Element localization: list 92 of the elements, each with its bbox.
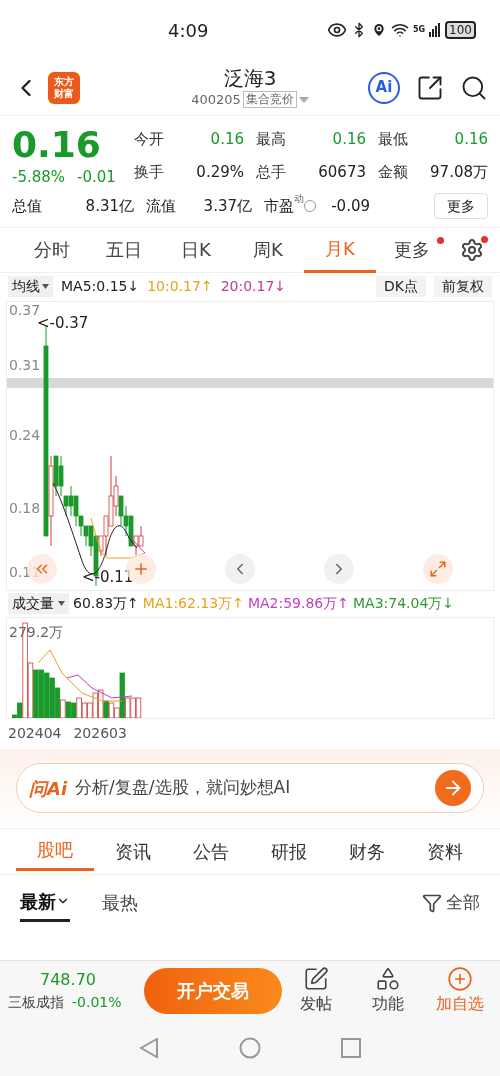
action-button[interactable]: 功能: [360, 965, 416, 1016]
volume-ma-value: MA2:59.86万↑: [247, 594, 349, 613]
chart-tab[interactable]: 更多: [376, 226, 448, 273]
status-tag: 集合竞价: [242, 91, 297, 108]
shapes-icon: [375, 965, 401, 992]
indicator-selector[interactable]: 均线: [8, 276, 53, 297]
volume-ma-value: 60.83万↑: [73, 594, 139, 613]
location-icon: [370, 22, 387, 38]
dk-button[interactable]: DK点: [376, 276, 426, 297]
field-value: 97.08万: [430, 162, 488, 184]
field-value: 0.16: [454, 129, 488, 150]
next-button[interactable]: [324, 553, 354, 584]
back-nav-icon[interactable]: [139, 1037, 159, 1059]
axis-label: 0.24: [9, 426, 41, 443]
dropdown-icon: [298, 96, 309, 103]
battery-indicator: 100: [445, 21, 476, 39]
more-button[interactable]: 更多: [434, 192, 488, 219]
index-change: -0.01%: [72, 993, 122, 1012]
field-value: 60673: [318, 162, 366, 184]
indicator-selector[interactable]: 成交量: [8, 593, 69, 614]
field-value: -0.09: [331, 195, 370, 217]
signal-icon: [429, 23, 442, 37]
min-price-label: <-0.11: [82, 566, 134, 588]
field-label: 金额: [378, 162, 408, 184]
field-label: 市盈: [264, 196, 294, 217]
ma-value: 10:0.17↑: [147, 277, 213, 296]
filter-button[interactable]: 全部: [422, 889, 480, 916]
ai-button[interactable]: Ai: [368, 71, 400, 104]
ma-value: 20:0.17↓: [220, 277, 287, 296]
action-button[interactable]: 发帖: [288, 965, 344, 1016]
ai-search-field[interactable]: 问Ai 分析/复盘/选股，就问妙想AI: [16, 763, 484, 813]
filter-icon: [422, 892, 442, 913]
chart-tab[interactable]: 日K: [160, 226, 232, 273]
network-label: 5G: [412, 24, 426, 36]
field-value: 0.29%: [196, 162, 244, 184]
wifi-icon: [390, 21, 409, 39]
index-name: 三板成指: [8, 993, 64, 1012]
recents-nav-icon[interactable]: [341, 1038, 361, 1058]
volume-ma-value: MA1:62.13万↑: [142, 594, 244, 613]
section-tab[interactable]: 资讯: [94, 831, 172, 871]
stock-name: 泛海3: [223, 65, 277, 90]
dropdown-icon: [58, 601, 65, 606]
field-value: 8.31亿: [85, 195, 134, 217]
field-label: 换手: [134, 162, 164, 184]
ma2-line: [66, 674, 133, 698]
ma10-line: [90, 517, 146, 559]
plus-circle-icon: [447, 965, 473, 992]
edit-icon: [303, 965, 329, 992]
ai-logo: 问Ai: [29, 776, 68, 801]
date-label: 202603: [73, 724, 127, 743]
settings-icon[interactable]: [460, 237, 484, 262]
stock-code: 400205: [191, 90, 241, 109]
sort-tab[interactable]: 最热: [102, 883, 138, 922]
date-label: 202404: [8, 724, 62, 743]
previous-button[interactable]: [225, 553, 255, 584]
superscript-label: 动: [294, 193, 304, 204]
index-value: 748.70: [39, 969, 97, 991]
expand-icon: [429, 559, 447, 578]
field-label: 最低: [378, 129, 408, 150]
expand-button[interactable]: [423, 553, 453, 584]
ma20-line: [130, 537, 146, 553]
field-value: 0.16: [332, 129, 366, 150]
chart-tab[interactable]: 五日: [88, 226, 160, 273]
field-value: 3.37亿: [203, 195, 252, 217]
status-time: 4:09: [168, 18, 209, 43]
axis-label: 0.31: [9, 356, 41, 373]
section-tab[interactable]: 资料: [406, 831, 484, 871]
ma-value: MA5:0.15↓: [61, 277, 140, 296]
chart-tab[interactable]: 周K: [232, 226, 304, 273]
home-nav-icon[interactable]: [239, 1037, 261, 1059]
field-label: 最高: [256, 129, 286, 150]
chart-tab[interactable]: 分时: [16, 226, 88, 273]
dropdown-icon: [42, 284, 49, 289]
volume-ma-value: MA3:74.04万↓: [353, 594, 455, 613]
current-price: 0.16: [12, 124, 102, 166]
app-logo: 东方 财富: [48, 71, 80, 104]
change-value: -0.01: [77, 167, 116, 188]
section-tab[interactable]: 研报: [250, 831, 328, 871]
change-percent: -5.88%: [12, 167, 66, 188]
section-tab[interactable]: 财务: [328, 831, 406, 871]
eye-icon: [326, 20, 347, 40]
section-tab[interactable]: 公告: [172, 831, 250, 871]
ai-placeholder: 分析/复盘/选股，就问妙想AI: [75, 776, 291, 800]
field-value: 0.16: [210, 129, 244, 150]
field-label: 总手: [256, 162, 286, 184]
adjust-button[interactable]: 前复权: [434, 276, 492, 297]
field-label: 今开: [134, 129, 164, 150]
field-label: 总值: [12, 195, 42, 217]
field-label: 流值: [146, 195, 176, 217]
submit-button[interactable]: [435, 770, 471, 806]
sort-tab[interactable]: 最新: [20, 883, 70, 922]
axis-label: 0.18: [9, 499, 41, 516]
